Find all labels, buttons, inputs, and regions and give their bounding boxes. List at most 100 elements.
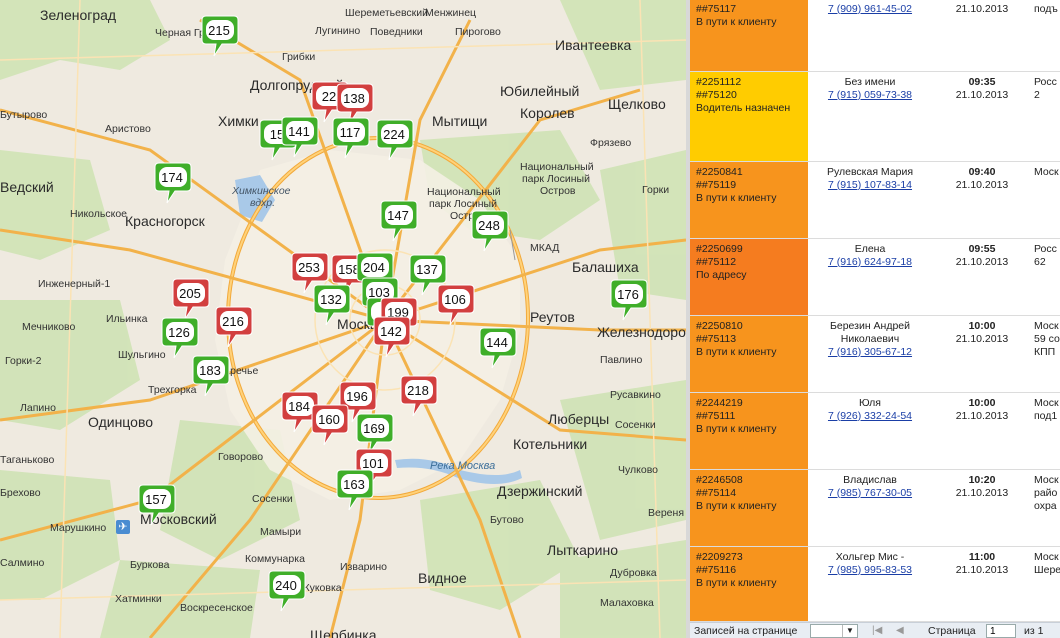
map-place-label: Малаховка [600,597,654,609]
marker-number: 160 [318,412,340,427]
map-place-label: МКАД [530,242,560,254]
car-marker-green[interactable]: 224 [375,118,415,162]
order-row[interactable]: #2246508 ##75114 В пути к клиенту Владислав… [690,470,1060,547]
map-place-label: Люберцы [548,411,610,427]
order-time: 09:55 [968,243,996,255]
map-place-label: Чулково [618,464,658,476]
map-place-label: Мечниково [22,321,76,333]
car-marker-green[interactable]: 117 [331,116,371,160]
order-row[interactable]: #2209273 ##75116 В пути к клиенту Хольгер М… [690,547,1060,622]
map-view[interactable]: Зеленоград Черная Грязь Шереметьевский Менж… [0,0,686,638]
order-row[interactable]: #2251047##75117В пути к клиентуБез имени… [690,0,1060,72]
client-phone-link[interactable]: 7 (909) 961-45-02 [828,3,912,15]
map-place-label: Лапино [20,402,56,414]
car-marker-green[interactable]: 147 [379,199,419,243]
client-phone-link[interactable]: 7 (915) 059-73-38 [828,89,912,101]
map-place-label: Инженерный-1 [38,278,111,290]
per-page-select[interactable]: ▼ [810,624,858,638]
map-place-label: Грибки [282,51,316,63]
order-ext-id: ##75111 [696,410,736,422]
order-date: 21.10.2013 [955,333,1009,345]
order-id: #2250841 [696,166,743,178]
car-marker-green[interactable]: 163 [335,468,375,512]
map-place-label: Ивантеевка [555,37,632,53]
car-marker-green[interactable]: 144 [478,326,518,370]
car-marker-green[interactable]: 141 [280,115,320,159]
marker-number: 126 [168,325,190,340]
order-status: В пути к клиенту [696,423,777,435]
car-marker-red[interactable]: 218 [399,374,439,418]
map-place-label: Дзержинский [497,483,583,499]
chevron-down-icon: ▼ [842,625,857,637]
address-line: Моск [1034,551,1059,563]
map-place-label: Дубровка [610,567,657,579]
car-marker-green[interactable]: 248 [470,209,510,253]
marker-number: 106 [444,292,466,307]
marker-number: 205 [179,286,201,301]
marker-number: 183 [199,363,221,378]
car-marker-green[interactable]: 240 [267,569,307,613]
order-row[interactable]: #2250810 ##75113 В пути к клиенту Березин А… [690,316,1060,393]
map-place-label: Говорово [218,451,264,463]
map-place-label: Сосенки [252,493,293,505]
order-row[interactable]: #2244219 ##75111 В пути к клиенту Юля 7 (926… [690,393,1060,470]
map-place-label: Изварино [340,561,388,573]
client-phone-link[interactable]: 7 (985) 995-83-53 [828,564,912,576]
order-status-cell: #2251112 ##75120 Водитель назначен [690,72,808,161]
marker-number: 176 [617,287,639,302]
map-place-label: Остров [540,185,576,197]
order-time: 09:35 [968,76,996,88]
order-date: 21.10.2013 [955,89,1009,101]
car-marker-red[interactable]: 106 [436,283,476,327]
order-status-cell: #2251047##75117В пути к клиенту [690,0,808,71]
client-phone-link[interactable]: 7 (916) 305-67-12 [828,346,912,358]
map-place-label: Котельники [513,436,588,452]
car-marker-red[interactable]: 160 [310,403,350,447]
time-cell: 10:20 21.10.2013 [932,470,1032,500]
map-place-label: Брехово [0,487,41,499]
marker-number: 163 [343,477,365,492]
time-cell: 09:40 21.10.2013 [932,162,1032,192]
map-place-label: Поведники [370,26,423,38]
address-cell: Моск [1034,162,1060,179]
car-marker-green[interactable]: 183 [191,354,231,398]
address-line: Росс [1034,243,1057,255]
marker-number: 215 [208,23,230,38]
client-phone-link[interactable]: 7 (915) 107-83-14 [828,179,912,191]
map-place-label: Никольское [70,208,128,220]
car-marker-green[interactable]: 157 [137,483,177,527]
first-page-icon[interactable]: |◀ [872,625,882,636]
address-line: 59 со [1034,333,1060,345]
client-phone-link[interactable]: 7 (985) 767-30-05 [828,487,912,499]
order-ext-id: ##75120 [696,89,737,101]
order-id: #2250810 [696,320,743,332]
order-row[interactable]: #2251112 ##75120 Водитель назначен Без имен… [690,72,1060,162]
address-line: охра [1034,500,1057,512]
marker-number: 169 [363,421,385,436]
car-marker-green[interactable]: 215 [200,14,240,58]
map-place-label: Менжинец [425,7,477,19]
orders-panel[interactable]: #2251047##75117В пути к клиентуБез имени… [686,0,1060,638]
car-marker-green[interactable]: 176 [609,278,649,322]
order-row[interactable]: #2250841 ##75119 В пути к клиенту Рулевская… [690,162,1060,239]
order-time: 10:20 [968,474,996,486]
order-row[interactable]: #2250699 ##75112 По адресу Елена 7 (916) 624… [690,239,1060,316]
car-marker-green[interactable]: 132 [312,283,352,327]
client-name: Юля [859,397,881,409]
client-phone-link[interactable]: 7 (916) 624-97-18 [828,256,912,268]
client-name: Хольгер Мис - [835,551,905,563]
order-status: Водитель назначен [696,102,791,114]
map-place-label: парк Лосиный [522,173,590,185]
map-place-label: Шереметьевский [345,7,429,19]
address-line: 2 [1034,89,1040,101]
car-marker-red[interactable]: 205 [171,277,211,321]
car-marker-red[interactable]: 216 [214,305,254,349]
marker-number: 132 [320,292,342,307]
page-input[interactable] [986,624,1016,638]
marker-number: 157 [145,492,167,507]
car-marker-red[interactable]: 142 [372,315,412,359]
prev-page-icon[interactable]: ◀ [896,625,904,636]
address-line: райо [1034,487,1058,499]
client-phone-link[interactable]: 7 (926) 332-24-54 [828,410,912,422]
car-marker-green[interactable]: 174 [153,161,193,205]
